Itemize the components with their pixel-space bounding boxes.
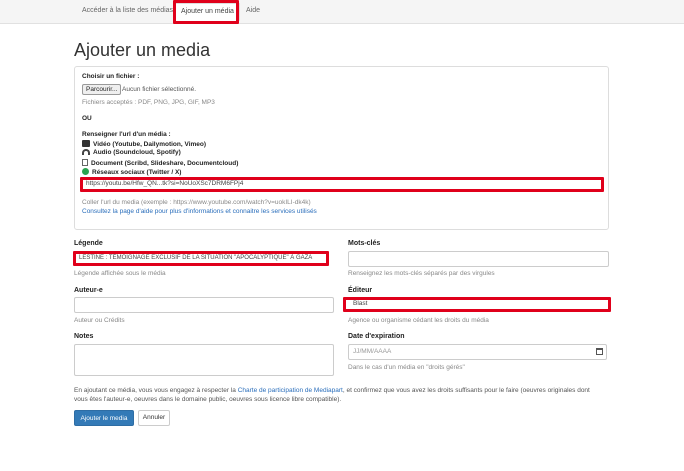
url-help-text: Coller l'url du media (exemple : https:/… (82, 199, 311, 206)
keywords-help: Renseignez les mots-clés séparés par des… (348, 270, 495, 277)
legende-label: Légende (74, 240, 103, 247)
expiration-help: Dans le cas d'un média en "droits gérés" (348, 364, 465, 371)
accepted-files-text: Fichiers acceptés : PDF, PNG, JPG, GIF, … (82, 99, 215, 106)
url-label: Renseigner l'url d'un média : (82, 131, 171, 138)
terms-text: En ajoutant ce média, vous vous engagez … (74, 387, 590, 394)
notes-label: Notes (74, 333, 94, 340)
help-page-link[interactable]: Consultez la page d'aide pour plus d'inf… (82, 208, 317, 215)
publisher-input[interactable]: Blast (345, 298, 607, 311)
video-camera-icon (82, 140, 90, 147)
keywords-label: Mots-clés (348, 240, 381, 247)
type-video: Vidéo (Youtube, Dailymotion, Vimeo) (82, 140, 206, 148)
keywords-input[interactable] (348, 251, 609, 267)
no-file-text: Aucun fichier sélectionné. (122, 86, 197, 93)
browse-button[interactable]: Parcourir... (82, 84, 122, 95)
tab-media-list[interactable]: Accéder à la liste des médias (82, 7, 173, 14)
terms-text-2: vous êtes l'auteur-e, oeuvres dans le do… (74, 396, 342, 403)
publisher-label: Éditeur (348, 287, 373, 294)
tab-help[interactable]: Aide (246, 7, 260, 14)
globe-icon (82, 168, 89, 175)
publisher-help: Agence ou organisme cédant les droits du… (348, 317, 489, 324)
add-media-button[interactable]: Ajouter le media (74, 410, 134, 426)
document-icon (82, 159, 88, 166)
legende-input[interactable]: LESTINE : TÉMOIGNAGE EXCLUSIF DE LA SITU… (75, 252, 327, 265)
notes-textarea[interactable] (74, 344, 334, 376)
headphones-icon (82, 149, 90, 155)
legende-help: Légende affichée sous le média (74, 270, 166, 277)
charter-link[interactable]: Charte de participation de Mediapart (238, 387, 343, 394)
type-document: Document (Scribd, Slideshare, Documentcl… (82, 159, 238, 167)
author-input[interactable] (74, 297, 334, 313)
calendar-icon[interactable] (596, 348, 603, 355)
expiration-input[interactable]: JJ/MM/AAAA (348, 344, 607, 360)
type-social: Réseaux sociaux (Twitter / X) (82, 168, 181, 176)
top-nav: Accéder à la liste des médias Ajouter un… (0, 0, 684, 24)
tab-add-media[interactable]: Ajouter un média (175, 3, 240, 21)
author-help: Auteur ou Crédits (74, 317, 125, 324)
choose-file-label: Choisir un fichier : (82, 73, 140, 80)
page-title: Ajouter un media (74, 40, 211, 60)
media-url-input[interactable]: https://youtu.be/Hfw_QN...tk?si=NoUoXSc7… (82, 178, 602, 191)
or-label: OU (82, 115, 92, 122)
cancel-button[interactable]: Annuler (138, 410, 170, 426)
type-audio: Audio (Soundcloud, Spotify) (82, 149, 181, 156)
author-label: Auteur-e (74, 287, 103, 294)
expiration-label: Date d'expiration (348, 333, 405, 340)
